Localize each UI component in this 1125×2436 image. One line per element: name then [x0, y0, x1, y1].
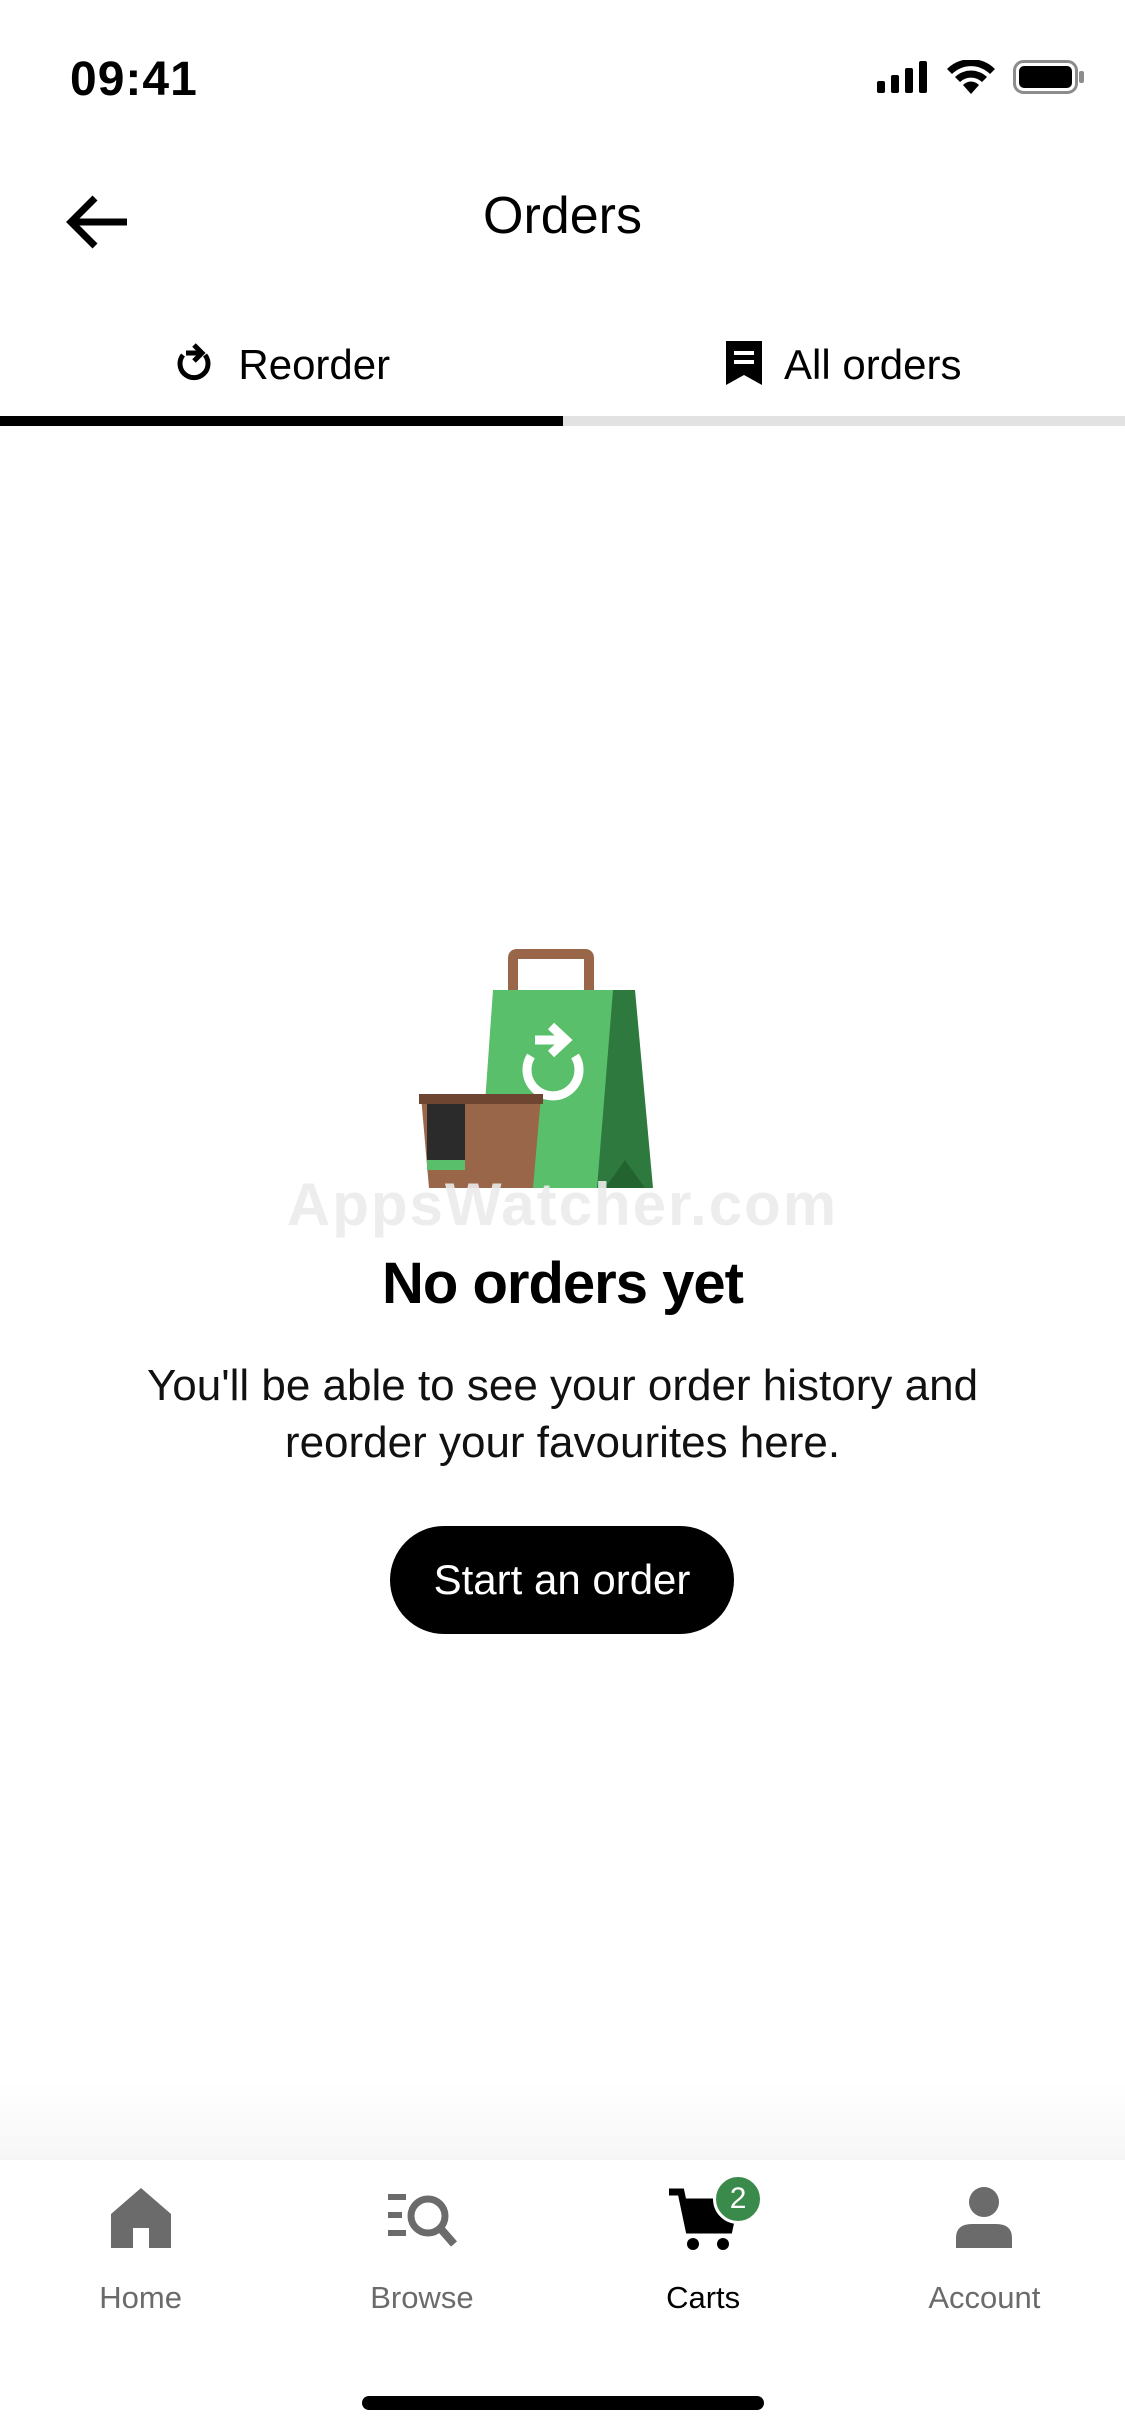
signal-icon: [877, 61, 927, 93]
wifi-icon: [947, 60, 995, 94]
empty-state-title: No orders yet: [382, 1251, 744, 1316]
nav-item-home[interactable]: Home: [0, 2160, 281, 2330]
tab-reorder-label: Reorder: [238, 341, 391, 388]
empty-state-description: You'll be able to see your order history…: [146, 1361, 979, 1467]
cart-count-badge: 2: [713, 2174, 764, 2224]
tab-all-orders[interactable]: All orders: [562, 300, 1125, 426]
browse-search-icon: [387, 2194, 457, 2247]
shopping-bag-reorder-illustration: [413, 930, 713, 1200]
home-indicator: [362, 2396, 764, 2410]
nav-item-browse[interactable]: Browse: [281, 2160, 562, 2330]
reorder-icon: [177, 343, 211, 381]
nav-label-carts: Carts: [666, 2280, 741, 2315]
battery-icon: [1013, 60, 1084, 94]
page-title: Orders: [483, 187, 642, 245]
home-icon: [110, 2188, 171, 2248]
receipt-icon: [726, 341, 763, 385]
tab-reorder-indicator: [0, 416, 563, 426]
nav-label-browse: Browse: [370, 2280, 474, 2315]
nav-label-home: Home: [99, 2280, 182, 2315]
tab-all-orders-indicator: [562, 416, 1125, 426]
tab-reorder[interactable]: Reorder: [0, 300, 563, 426]
status-icons: [877, 60, 1085, 94]
status-time: 09:41: [70, 53, 198, 106]
header: Orders: [0, 150, 1125, 290]
tab-all-orders-label: All orders: [784, 341, 962, 388]
nav-item-carts[interactable]: 2 Carts: [563, 2160, 844, 2330]
bottom-nav: Home Browse 2 Carts Account: [0, 2160, 1125, 2436]
nav-label-account: Account: [928, 2280, 1041, 2315]
status-bar: 09:41: [0, 0, 1125, 150]
person-icon: [956, 2187, 1013, 2248]
empty-state: [0, 930, 1125, 1200]
nav-item-account[interactable]: Account: [844, 2160, 1125, 2330]
start-order-button[interactable]: Start an order: [390, 1526, 734, 1634]
bottom-nav-shadow: [0, 2080, 1125, 2160]
tab-bar: Reorder All orders: [0, 300, 1125, 426]
